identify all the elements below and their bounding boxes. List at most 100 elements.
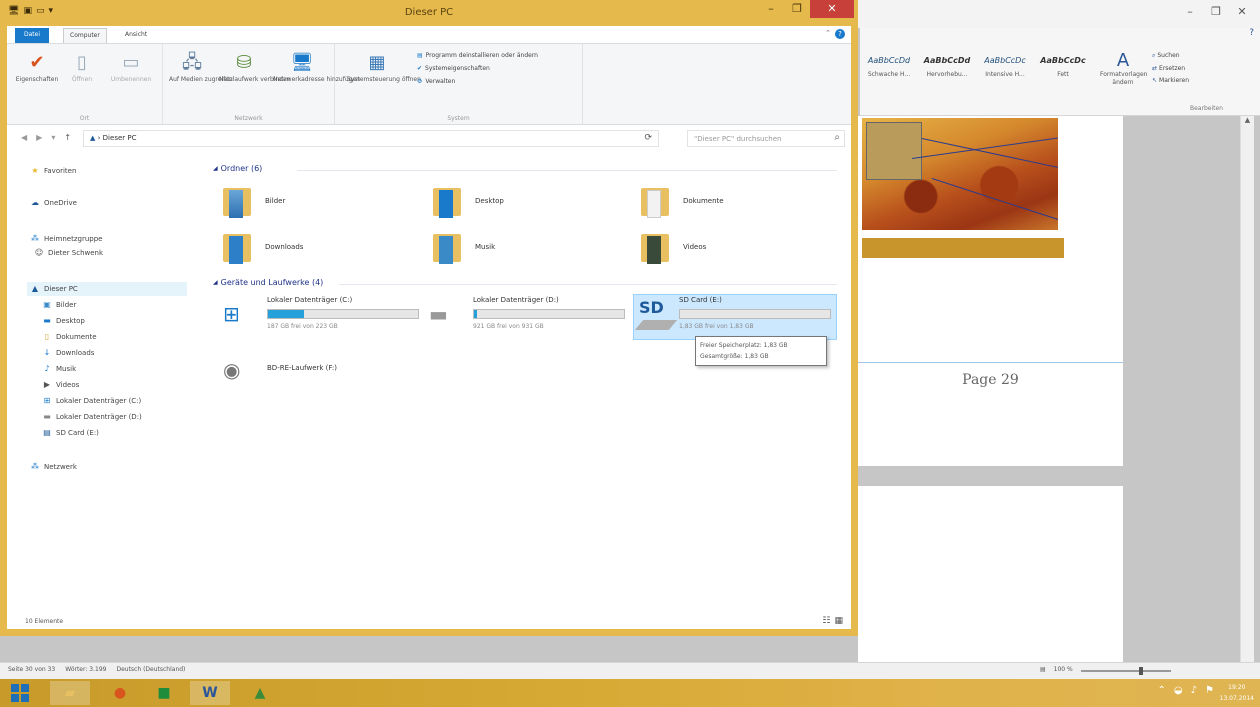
page-separator <box>858 362 1123 363</box>
style-strong[interactable]: AaBbCcDc Fett <box>1034 50 1092 94</box>
breadcrumb-this-pc[interactable]: Dieser PC <box>103 134 137 142</box>
nav-label: Bilder <box>56 300 77 309</box>
folder-desktop[interactable]: Desktop <box>431 184 504 218</box>
help-icon[interactable]: ? <box>835 29 845 39</box>
network-icon[interactable]: ◒ <box>1174 685 1183 696</box>
status-words[interactable]: Wörter: 3.199 <box>65 666 106 673</box>
style-intense-emphasis[interactable]: AaBbCcDc Intensive H... <box>976 50 1034 94</box>
tab-view[interactable]: Ansicht <box>119 28 153 43</box>
maximize-button[interactable]: ❐ <box>784 0 810 18</box>
word-minimize-icon[interactable]: – <box>1178 4 1202 20</box>
nav-user[interactable]: ☺ Dieter Schwenk <box>33 248 103 257</box>
search-icon[interactable]: ⌕ <box>834 132 840 143</box>
flag-icon[interactable]: ⚑ <box>1205 685 1214 696</box>
taskbar-app-green[interactable]: ■ <box>144 681 184 705</box>
nav-music[interactable]: ♪ Musik <box>41 364 76 373</box>
change-styles-button[interactable]: A Formatvorlagen ändern <box>1100 50 1147 87</box>
nav-downloads[interactable]: ↓ Downloads <box>41 348 95 357</box>
style-emphasis[interactable]: AaBbCcDd Hervorhebu... <box>918 50 976 94</box>
status-language[interactable]: Deutsch (Deutschland) <box>116 666 185 673</box>
word-help-icon[interactable]: ? <box>1249 28 1254 38</box>
tab-file[interactable]: Datei <box>15 28 49 43</box>
folder-music[interactable]: Musik <box>431 230 495 264</box>
map-network-drive-button[interactable]: ⛁ Netzlaufwerk verbinden <box>219 50 291 83</box>
details-view-icon[interactable]: ☷ <box>822 616 830 626</box>
folder-documents[interactable]: Dokumente <box>639 184 724 218</box>
taskbar-word[interactable]: W <box>190 681 230 705</box>
select-button[interactable]: ↖ Markieren <box>1152 77 1189 84</box>
computer-icon: ▲ <box>90 134 96 142</box>
drives-group-header[interactable]: ◢ Geräte und Laufwerke (4) <box>213 278 837 287</box>
document-page-next[interactable] <box>858 486 1123 662</box>
address-path: ▲ › Dieser PC <box>90 134 136 142</box>
drive-bd-re[interactable]: ◉ BD-RE-Laufwerk (F:) <box>223 352 423 392</box>
style-subtle-emphasis[interactable]: AaBbCcDd Schwache H... <box>860 50 918 94</box>
search-input[interactable]: "Dieser PC" durchsuchen ⌕ <box>687 130 845 147</box>
open-settings-button[interactable]: ▦ Systemsteuerung öffnen <box>347 50 421 83</box>
access-media-button[interactable]: 🖧 Auf Medien zugreifen <box>169 50 233 83</box>
replace-button[interactable]: ⇄ Ersetzen <box>1152 65 1189 72</box>
nav-videos[interactable]: ▶ Videos <box>41 380 79 389</box>
close-button[interactable]: ✕ <box>810 0 854 18</box>
manage-button[interactable]: ⚙ Verwalten <box>417 78 538 85</box>
minimize-button[interactable]: – <box>758 0 784 18</box>
tray-chevron-icon[interactable]: ⌃ <box>1158 685 1166 696</box>
nav-pictures[interactable]: ▣ Bilder <box>41 300 76 309</box>
nav-favorites[interactable]: ★ Favoriten <box>29 166 76 175</box>
nav-this-pc[interactable]: ▲ Dieser PC <box>29 284 78 293</box>
uninstall-button[interactable]: ▤ Programm deinstallieren oder ändern <box>417 52 538 59</box>
start-button[interactable] <box>0 681 40 705</box>
properties-label: Eigenschaften <box>15 76 59 83</box>
taskbar-explorer[interactable]: ▰ <box>50 681 90 705</box>
explorer-titlebar[interactable]: 🖥 ▣ ▭ ▾ Dieser PC – ❐ ✕ <box>0 0 858 26</box>
nav-drive-c[interactable]: ⊞ Lokaler Datenträger (C:) <box>41 396 142 405</box>
recent-dropdown-icon[interactable]: ▾ <box>51 133 55 142</box>
folder-downloads[interactable]: Downloads <box>221 230 303 264</box>
word-maximize-icon[interactable]: ❐ <box>1204 4 1228 20</box>
add-network-location-button[interactable]: 🖥 Netzwerkadresse hinzufügen <box>273 50 360 83</box>
find-button[interactable]: ⌕ Suchen <box>1152 52 1189 60</box>
breadcrumb-separator-icon: › <box>97 134 101 142</box>
zoom-slider[interactable] <box>1080 667 1171 675</box>
drive-sd-card[interactable]: SD SD Card (E:) 1,83 GB frei von 1,83 GB <box>634 296 835 336</box>
system-properties-button[interactable]: ✔ Systemeigenschaften <box>417 65 538 72</box>
folder-pictures[interactable]: Bilder <box>221 184 285 218</box>
up-arrow-icon[interactable]: ↑ <box>64 133 71 142</box>
taskbar-clock[interactable]: 19:20 13.07.2014 <box>1220 682 1254 704</box>
styles-gallery[interactable]: AaBbCcDd Schwache H... AaBbCcDd Hervorhe… <box>860 50 1092 94</box>
control-panel-icon: ▦ <box>368 52 386 73</box>
refresh-icon[interactable]: ⟳ <box>644 133 652 143</box>
folder-videos[interactable]: Videos <box>639 230 706 264</box>
taskbar-photos[interactable]: ▲ <box>240 681 280 705</box>
tiles-view-icon[interactable]: ▦ <box>834 616 843 626</box>
nav-drive-d[interactable]: ▬ Lokaler Datenträger (D:) <box>41 412 142 421</box>
tab-computer[interactable]: Computer <box>63 28 107 43</box>
properties-button[interactable]: ✔ Eigenschaften <box>15 50 59 83</box>
open-button[interactable]: ▯ Öffnen <box>65 50 99 83</box>
nav-network[interactable]: ⁂ Netzwerk <box>29 462 77 471</box>
address-bar[interactable]: ▲ › Dieser PC ⟳ <box>83 130 659 147</box>
folders-group-header[interactable]: ◢ Ordner (6) <box>213 164 837 173</box>
nav-homegroup[interactable]: ⁂ Heimnetzgruppe <box>29 234 102 243</box>
rename-button[interactable]: ▭ Umbenennen <box>105 50 157 83</box>
status-page[interactable]: Seite 30 von 33 <box>8 666 55 673</box>
nav-sd-card[interactable]: ▤ SD Card (E:) <box>41 428 99 437</box>
status-zoom[interactable]: 100 % <box>1054 666 1073 673</box>
nav-onedrive[interactable]: ☁ OneDrive <box>29 198 77 207</box>
collapse-ribbon-icon[interactable]: ⌃ <box>825 29 831 37</box>
print-layout-icon[interactable]: ▤ <box>1040 666 1046 673</box>
scroll-up-icon[interactable]: ▲ <box>1241 116 1254 124</box>
back-arrow-icon[interactable]: ◀ <box>21 133 27 142</box>
nav-documents[interactable]: ▯ Dokumente <box>41 332 97 341</box>
drive-d[interactable]: ▬ Lokaler Datenträger (D:) 921 GB frei v… <box>429 296 629 336</box>
volume-icon[interactable]: ♪ <box>1191 685 1197 696</box>
cloud-icon: ☁ <box>31 198 39 207</box>
nav-desktop[interactable]: ▬ Desktop <box>41 316 85 325</box>
map-image[interactable] <box>862 118 1058 230</box>
word-vertical-scrollbar[interactable]: ▲ <box>1240 116 1254 662</box>
drive-c[interactable]: ⊞ Lokaler Datenträger (C:) 187 GB frei v… <box>223 296 423 336</box>
forward-arrow-icon[interactable]: ▶ <box>36 133 42 142</box>
taskbar-firefox[interactable]: ● <box>100 681 140 705</box>
document-page[interactable]: Page 29 <box>858 116 1123 466</box>
word-close-icon[interactable]: ✕ <box>1230 4 1254 20</box>
